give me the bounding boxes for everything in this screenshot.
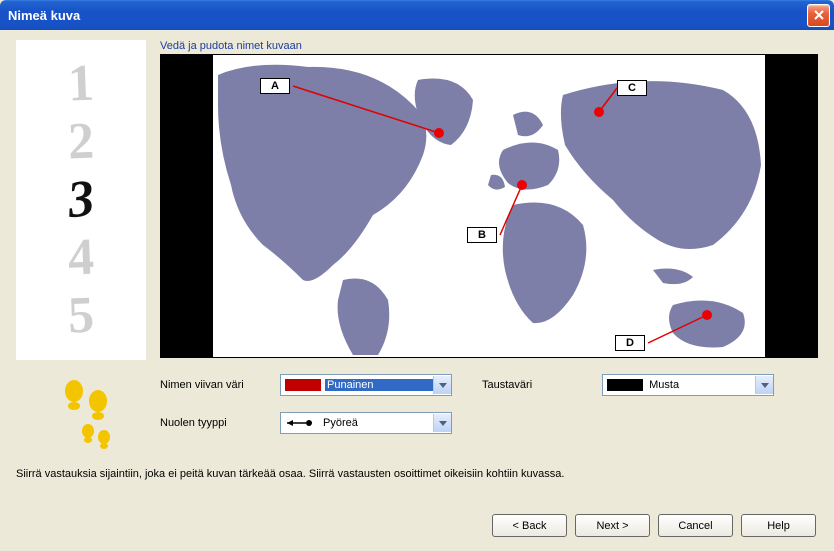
bg-color-value: Musta xyxy=(647,379,755,391)
line-color-swatch xyxy=(285,379,321,391)
map-point-C[interactable] xyxy=(594,107,604,117)
map-point-B[interactable] xyxy=(517,180,527,190)
wizard-window: Nimeä kuva 1 2 3 4 5 xyxy=(0,0,834,551)
chevron-down-icon xyxy=(433,376,451,394)
form-row-2: Nuolen tyyppi Pyöreä xyxy=(160,412,818,434)
step-4: 4 xyxy=(67,229,95,288)
bg-color-label: Taustaväri xyxy=(482,379,532,391)
map-frame: A B C D xyxy=(160,54,818,358)
bg-color-combo[interactable]: Musta xyxy=(602,374,774,396)
close-icon xyxy=(814,10,824,20)
main-row: 1 2 3 4 5 xyxy=(16,40,818,450)
hint-text: Vedä ja pudota nimet kuvaan xyxy=(160,40,818,52)
arrow-type-icon xyxy=(281,418,321,428)
map-image[interactable]: A B C D xyxy=(213,55,765,357)
instruction-text: Siirrä vastauksia sijaintiin, joka ei pe… xyxy=(16,468,818,480)
line-color-combo[interactable]: Punainen xyxy=(280,374,452,396)
titlebar: Nimeä kuva xyxy=(0,0,834,30)
window-title: Nimeä kuva xyxy=(8,8,807,23)
map-label-A[interactable]: A xyxy=(260,78,290,94)
wizard-buttons: < Back Next > Cancel Help xyxy=(492,514,816,537)
bg-color-swatch xyxy=(607,379,643,391)
map-label-B[interactable]: B xyxy=(467,227,497,243)
arrow-type-combo[interactable]: Pyöreä xyxy=(280,412,452,434)
arrow-type-label: Nuolen tyyppi xyxy=(160,417,260,429)
arrow-type-value: Pyöreä xyxy=(321,417,433,429)
footprints-icon xyxy=(51,380,111,450)
map-label-D[interactable]: D xyxy=(615,335,645,351)
worldmap-svg xyxy=(213,55,765,357)
line-color-label: Nimen viivan väri xyxy=(160,379,260,391)
step-1: 1 xyxy=(67,55,95,114)
step-column: 1 2 3 4 5 xyxy=(16,40,146,450)
line-color-value: Punainen xyxy=(325,379,433,391)
cancel-button[interactable]: Cancel xyxy=(658,514,733,537)
step-3: 3 xyxy=(65,170,97,230)
step-5: 5 xyxy=(67,287,95,346)
map-point-D[interactable] xyxy=(702,310,712,320)
help-button[interactable]: Help xyxy=(741,514,816,537)
next-button[interactable]: Next > xyxy=(575,514,650,537)
step-indicator: 1 2 3 4 5 xyxy=(16,40,146,360)
chevron-down-icon xyxy=(433,414,451,432)
content-area: 1 2 3 4 5 xyxy=(0,30,834,551)
form-row-1: Nimen viivan väri Punainen Taustaväri Mu… xyxy=(160,374,818,396)
map-label-C[interactable]: C xyxy=(617,80,647,96)
back-button[interactable]: < Back xyxy=(492,514,567,537)
map-point-A[interactable] xyxy=(434,128,444,138)
close-button[interactable] xyxy=(807,4,830,27)
chevron-down-icon xyxy=(755,376,773,394)
right-column: Vedä ja pudota nimet kuvaan xyxy=(160,40,818,450)
step-2: 2 xyxy=(67,113,95,172)
